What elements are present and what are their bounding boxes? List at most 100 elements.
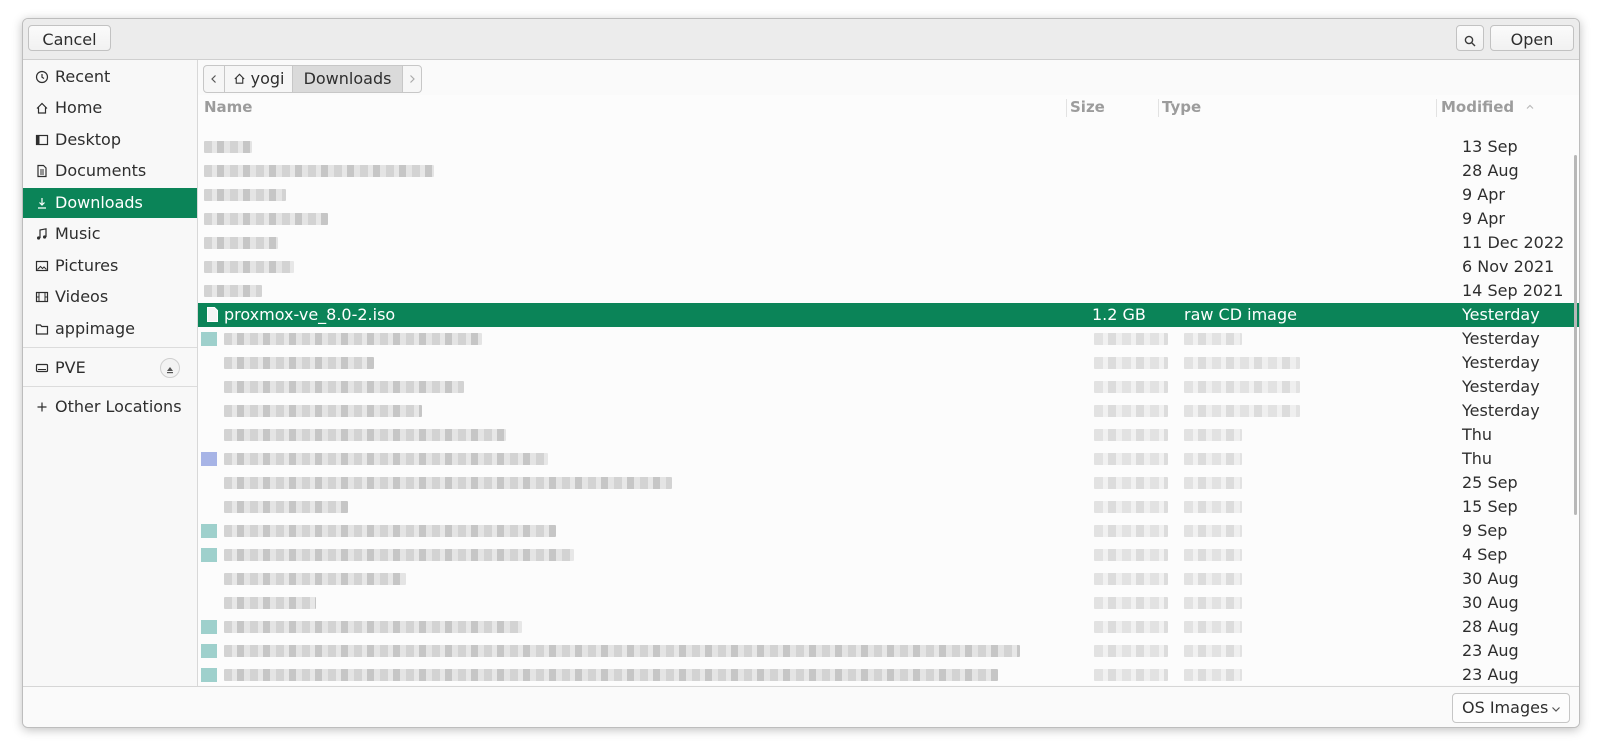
- redacted-file-size: [1094, 357, 1168, 369]
- file-modified: 6 Nov 2021: [1462, 257, 1555, 276]
- sidebar-item-music[interactable]: Music: [23, 219, 197, 249]
- sidebar-item-videos[interactable]: Videos: [23, 282, 197, 312]
- search-button[interactable]: [1456, 25, 1484, 51]
- redacted-file-size: [1094, 525, 1168, 537]
- redacted-file-size: [1094, 429, 1168, 441]
- chevron-right-icon: [410, 75, 415, 83]
- column-header-name[interactable]: Name: [204, 95, 252, 119]
- redacted-file-type: [1184, 645, 1242, 657]
- file-icon: [207, 307, 218, 322]
- sidebar-item-label: Recent: [55, 67, 111, 86]
- sidebar-item-downloads[interactable]: Downloads: [23, 188, 197, 218]
- redacted-file-name: [224, 477, 672, 489]
- file-row[interactable]: Thu: [198, 423, 1579, 447]
- file-row[interactable]: 30 Aug: [198, 567, 1579, 591]
- file-row[interactable]: Thu: [198, 447, 1579, 471]
- redacted-file-name: [224, 669, 998, 681]
- redacted-file-name: [224, 573, 406, 585]
- file-row[interactable]: 23 Aug: [198, 663, 1579, 685]
- column-header-modified[interactable]: Modified: [1441, 95, 1535, 119]
- file-chooser-dialog: Cancel Open Recent Home Desktop Document…: [22, 18, 1580, 728]
- file-row[interactable]: Yesterday: [198, 351, 1579, 375]
- redacted-file-name: [224, 525, 556, 537]
- file-modified: 4 Sep: [1462, 545, 1508, 564]
- file-filter-dropdown[interactable]: OS Images: [1452, 693, 1570, 723]
- eject-button[interactable]: [160, 358, 180, 378]
- file-row[interactable]: 9 Apr: [198, 183, 1579, 207]
- file-row[interactable]: Yesterday: [198, 399, 1579, 423]
- file-row[interactable]: 30 Aug: [198, 591, 1579, 615]
- sidebar-item-recent[interactable]: Recent: [23, 62, 197, 92]
- file-row[interactable]: 14 Sep 2021: [198, 279, 1579, 303]
- file-modified: 14 Sep 2021: [1462, 281, 1564, 300]
- sidebar-item-home[interactable]: Home: [23, 93, 197, 123]
- redacted-file-size: [1094, 501, 1168, 513]
- file-row[interactable]: 13 Sep: [198, 135, 1579, 159]
- sidebar-item-pictures[interactable]: Pictures: [23, 251, 197, 281]
- video-icon: [35, 291, 49, 303]
- file-row[interactable]: 23 Aug: [198, 639, 1579, 663]
- file-icon: [201, 524, 217, 538]
- open-button[interactable]: Open: [1490, 25, 1574, 51]
- column-header-type[interactable]: Type: [1162, 95, 1201, 119]
- header-bar: Cancel Open: [23, 19, 1579, 60]
- file-row[interactable]: 25 Sep: [198, 471, 1579, 495]
- redacted-file-name: [204, 237, 278, 249]
- redacted-file-type: [1184, 621, 1242, 633]
- file-row[interactable]: 6 Nov 2021: [198, 255, 1579, 279]
- file-row[interactable]: 4 Sep: [198, 543, 1579, 567]
- sidebar-item-label: Other Locations: [55, 397, 182, 416]
- file-row[interactable]: Yesterday: [198, 327, 1579, 351]
- redacted-file-size: [1094, 477, 1168, 489]
- file-modified: Thu: [1462, 449, 1493, 468]
- redacted-file-type: [1184, 573, 1242, 585]
- redacted-file-name: [224, 333, 482, 345]
- sidebar-item-appimage[interactable]: appimage: [23, 314, 197, 344]
- file-modified: Yesterday: [1462, 329, 1540, 348]
- file-row[interactable]: 15 Sep: [198, 495, 1579, 519]
- sidebar-item-desktop[interactable]: Desktop: [23, 125, 197, 155]
- file-row[interactable]: 9 Apr: [198, 207, 1579, 231]
- file-row[interactable]: 28 Aug: [198, 159, 1579, 183]
- file-row[interactable]: 9 Sep: [198, 519, 1579, 543]
- file-modified: 11 Dec 2022: [1462, 233, 1565, 252]
- sort-ascending-icon: [1526, 104, 1534, 109]
- sidebar-item-label: Pictures: [55, 256, 119, 275]
- column-header-size[interactable]: Size: [1070, 95, 1105, 119]
- path-scroll-left-button[interactable]: [203, 65, 225, 93]
- redacted-file-type: [1184, 429, 1242, 441]
- redacted-file-size: [1094, 573, 1168, 585]
- file-modified: 30 Aug: [1462, 593, 1519, 612]
- chevron-down-icon: [1552, 707, 1560, 712]
- file-row[interactable]: 28 Aug: [198, 615, 1579, 639]
- places-sidebar: Recent Home Desktop Documents Downloads …: [23, 60, 198, 686]
- redacted-file-name: [224, 381, 464, 393]
- file-icon: [201, 620, 217, 634]
- file-row[interactable]: 11 Dec 2022: [198, 231, 1579, 255]
- redacted-file-size: [1094, 381, 1168, 393]
- redacted-file-name: [224, 453, 548, 465]
- music-icon: [37, 228, 47, 240]
- file-list[interactable]: Name Size Type Modified 13 Sep 28 Aug 9 Ap…: [198, 95, 1579, 685]
- file-modified: 25 Sep: [1462, 473, 1518, 492]
- file-row[interactable]: Yesterday: [198, 375, 1579, 399]
- redacted-file-size: [1094, 453, 1168, 465]
- redacted-file-name: [224, 549, 574, 561]
- path-button-home[interactable]: yogi: [224, 65, 293, 93]
- sidebar-item-label: Videos: [55, 287, 109, 306]
- redacted-file-type: [1184, 453, 1242, 465]
- cancel-button[interactable]: Cancel: [28, 25, 111, 51]
- file-row[interactable]: proxmox-ve_8.0-2.iso 1.2 GB raw CD image Ye…: [198, 303, 1579, 327]
- file-modified: Yesterday: [1462, 401, 1540, 420]
- sidebar-item-other-locations[interactable]: Other Locations: [23, 392, 197, 422]
- file-icon: [201, 332, 217, 346]
- path-button-current[interactable]: Downloads: [292, 65, 403, 93]
- redacted-file-name: [204, 141, 252, 153]
- path-scroll-right-button[interactable]: [402, 65, 422, 93]
- sidebar-item-pve[interactable]: PVE: [23, 353, 197, 383]
- footer-bar: OS Images: [23, 686, 1579, 727]
- sidebar-item-documents[interactable]: Documents: [23, 156, 197, 186]
- file-modified: 30 Aug: [1462, 569, 1519, 588]
- file-modified: 9 Sep: [1462, 521, 1508, 540]
- scrollbar[interactable]: [1574, 155, 1577, 515]
